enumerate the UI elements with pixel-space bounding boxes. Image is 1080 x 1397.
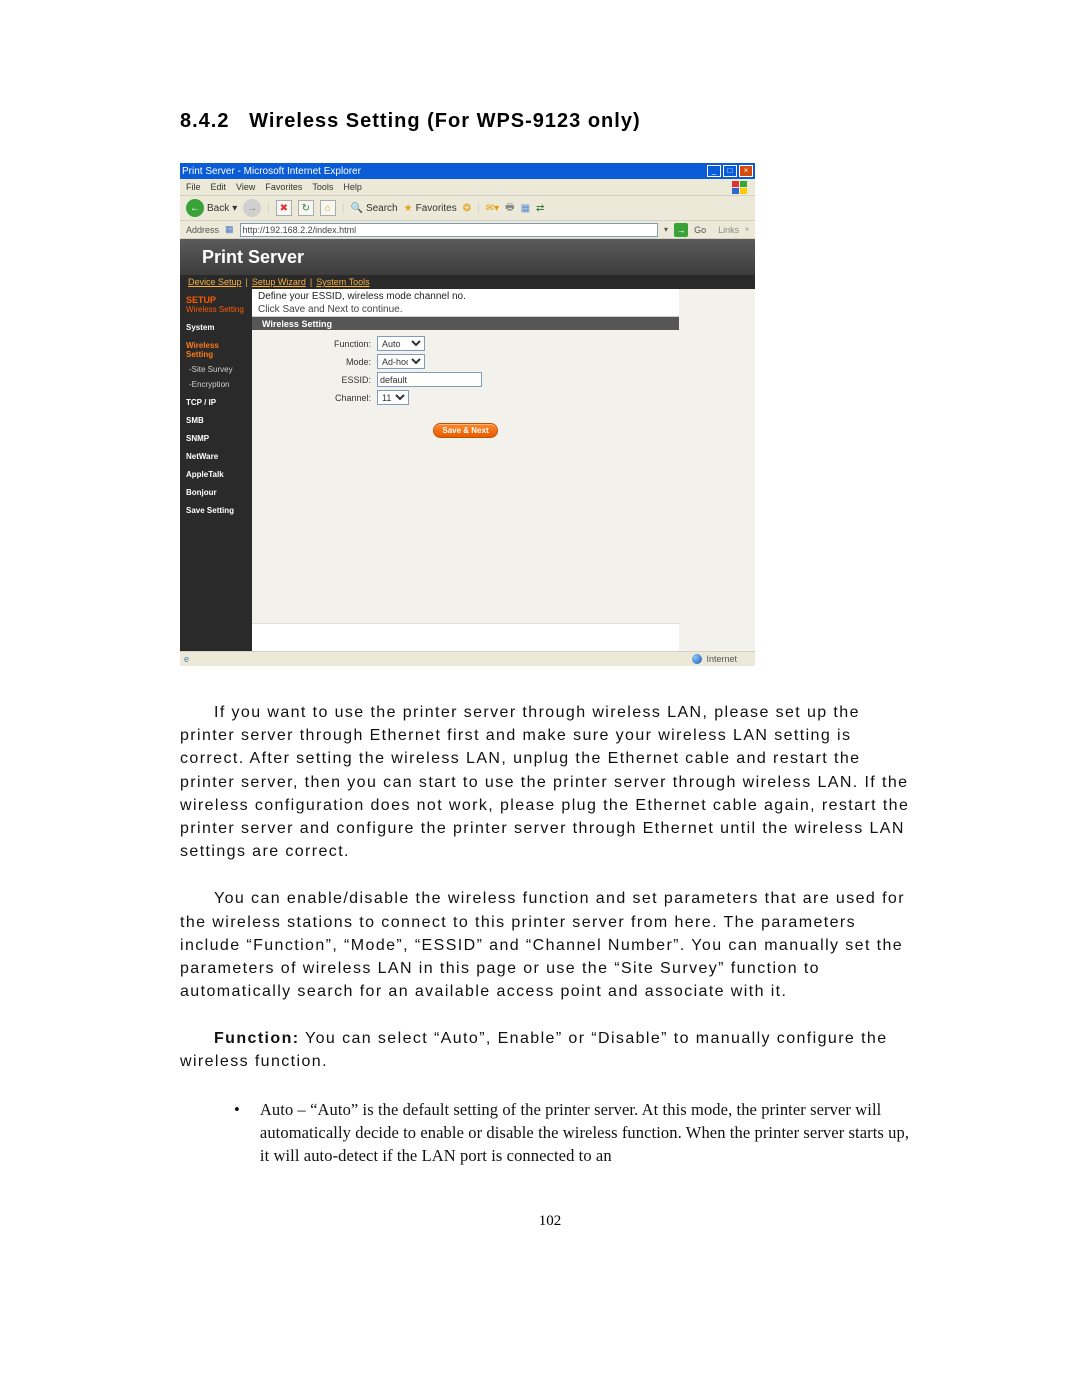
section-number: 8.4.2 [180,110,229,132]
mode-label: Mode: [272,357,377,367]
browser-screenshot: Print Server - Microsoft Internet Explor… [180,163,755,666]
go-label: Go [694,225,706,235]
status-bar: e Internet [180,651,755,666]
page-banner: Print Server [180,239,755,275]
sidebar-item-snmp[interactable]: SNMP [186,434,246,443]
paragraph-3: Function: You can select “Auto”, Enable”… [180,1027,920,1073]
save-next-button[interactable]: Save & Next [433,423,497,438]
menu-file[interactable]: File [186,182,201,192]
sidebar-item-system[interactable]: System [186,323,246,332]
print-icon[interactable]: 🖶 [505,200,514,217]
window-buttons: _ □ × [707,165,753,177]
close-button[interactable]: × [739,165,753,177]
sidebar-item-encryption[interactable]: -Encryption [186,380,246,389]
refresh-icon[interactable]: ↻ [298,200,314,216]
paragraph-2: You can enable/disable the wireless func… [180,887,920,1003]
sidebar: SETUP Wireless Setting System Wireless S… [180,289,252,651]
function-select[interactable]: Auto [377,336,425,351]
wireless-form: Function: Auto Mode: Ad-hoc ESSID: Chann… [252,330,679,444]
menu-favorites[interactable]: Favorites [265,182,302,192]
menu-tools[interactable]: Tools [312,182,333,192]
tab-setup-wizard[interactable]: Setup Wizard [252,277,306,287]
minimize-button[interactable]: _ [707,165,721,177]
content-line1: Define your ESSID, wireless mode channel… [258,291,673,302]
sidebar-item-smb[interactable]: SMB [186,416,246,425]
history-icon[interactable]: ❂ [463,203,471,214]
sidebar-setup-header: SETUP [186,295,246,305]
channel-select[interactable]: 11 [377,390,409,405]
section-title-text: Wireless Setting (For WPS-9123 only) [249,110,640,132]
forward-button[interactable]: → [243,199,261,217]
banner-title: Print Server [202,247,304,268]
mode-select[interactable]: Ad-hoc [377,354,425,369]
discuss-icon[interactable]: ⇄ [536,203,544,214]
sidebar-wireless-setting-sub: Wireless Setting [186,305,246,314]
home-icon[interactable]: ⌂ [320,200,336,216]
paragraph-1: If you want to use the printer server th… [180,701,920,863]
windows-logo-icon [731,180,749,194]
channel-label: Channel: [272,393,377,403]
bullet-auto: • Auto – “Auto” is the default setting o… [234,1098,920,1167]
sidebar-item-wireless[interactable]: Wireless Setting [186,341,246,359]
page-body: SETUP Wireless Setting System Wireless S… [180,289,755,651]
status-zone: Internet [692,654,755,664]
sidebar-item-netware[interactable]: NetWare [186,452,246,461]
search-button[interactable]: 🔍Search [350,203,397,214]
document-page: 8.4.2 Wireless Setting (For WPS-9123 onl… [0,0,1080,1270]
section-heading: 8.4.2 Wireless Setting (For WPS-9123 onl… [180,110,920,133]
maximize-button[interactable]: □ [723,165,737,177]
address-input[interactable] [240,223,659,237]
bullet-text: Auto – “Auto” is the default setting of … [260,1098,920,1167]
menu-view[interactable]: View [236,182,255,192]
window-title: Print Server - Microsoft Internet Explor… [182,166,361,177]
essid-input[interactable] [377,372,482,387]
page-icon: ▦ [225,224,234,235]
content-description: Define your ESSID, wireless mode channel… [252,289,679,317]
bullet-marker: • [234,1098,240,1167]
menu-help[interactable]: Help [343,182,362,192]
function-bold: Function: [214,1030,299,1047]
go-button[interactable]: → [674,223,688,237]
page-number: 102 [180,1213,920,1230]
zone-label: Internet [706,654,737,664]
favorites-button[interactable]: ★Favorites [404,203,457,214]
tab-device-setup[interactable]: Device Setup [188,277,242,287]
sidebar-item-bonjour[interactable]: Bonjour [186,488,246,497]
window-titlebar: Print Server - Microsoft Internet Explor… [180,163,755,179]
ie-icon: e [184,654,189,664]
essid-label: ESSID: [272,375,377,385]
edit-icon[interactable]: ▦ [521,203,530,214]
sidebar-item-save[interactable]: Save Setting [186,506,246,515]
form-section-header: Wireless Setting [252,317,679,330]
address-label: Address [186,225,219,235]
menu-edit[interactable]: Edit [211,182,227,192]
back-button[interactable]: ←Back ▾ [186,199,237,217]
content-footer-blank [252,623,679,651]
sidebar-item-tcpip[interactable]: TCP / IP [186,398,246,407]
address-bar: Address ▦ ▾ → Go Links » [180,221,755,239]
mail-icon[interactable]: ✉▾ [486,203,499,214]
toolbar: ←Back ▾ → | ✖ ↻ ⌂ | 🔍Search ★Favorites ❂… [180,195,755,221]
function-label: Function: [272,339,377,349]
sidebar-item-site-survey[interactable]: -Site Survey [186,365,246,374]
content-area: Define your ESSID, wireless mode channel… [252,289,679,651]
right-gap [679,289,755,651]
stop-icon[interactable]: ✖ [276,200,292,216]
tab-system-tools[interactable]: System Tools [316,277,369,287]
content-line2: Click Save and Next to continue. [258,304,673,315]
globe-icon [692,654,702,664]
menu-bar: File Edit View Favorites Tools Help [180,179,755,195]
links-label[interactable]: Links [718,225,739,235]
top-tabs: Device Setup | Setup Wizard | System Too… [180,275,755,289]
sidebar-item-appletalk[interactable]: AppleTalk [186,470,246,479]
body-text: If you want to use the printer server th… [180,701,920,1167]
